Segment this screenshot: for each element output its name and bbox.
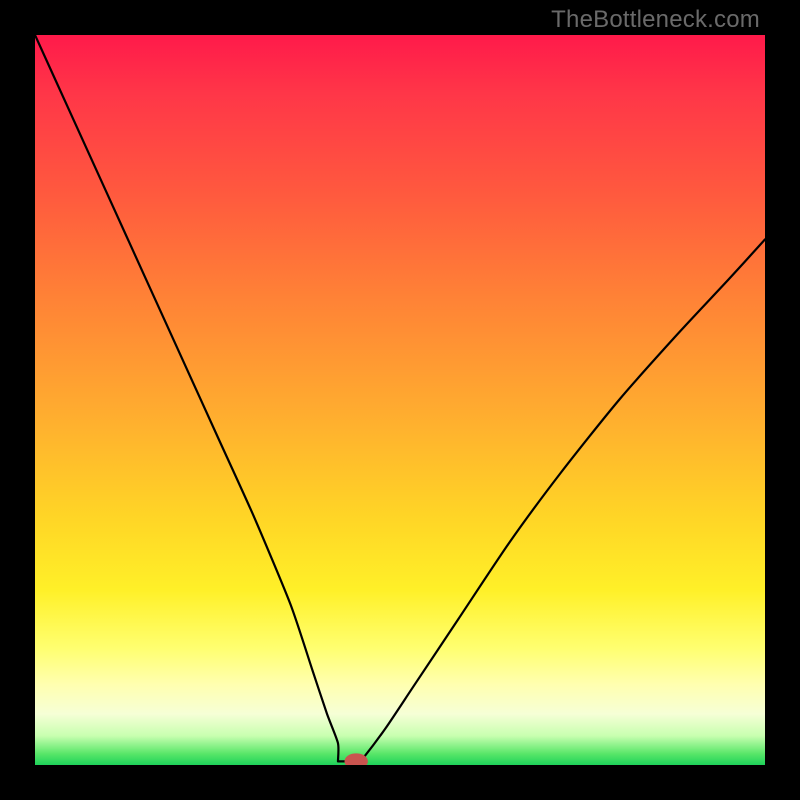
curve-layer [35,35,765,765]
plot-area [35,35,765,765]
chart-frame: TheBottleneck.com [0,0,800,800]
watermark-text: TheBottleneck.com [551,6,760,34]
bottleneck-curve [35,35,765,765]
